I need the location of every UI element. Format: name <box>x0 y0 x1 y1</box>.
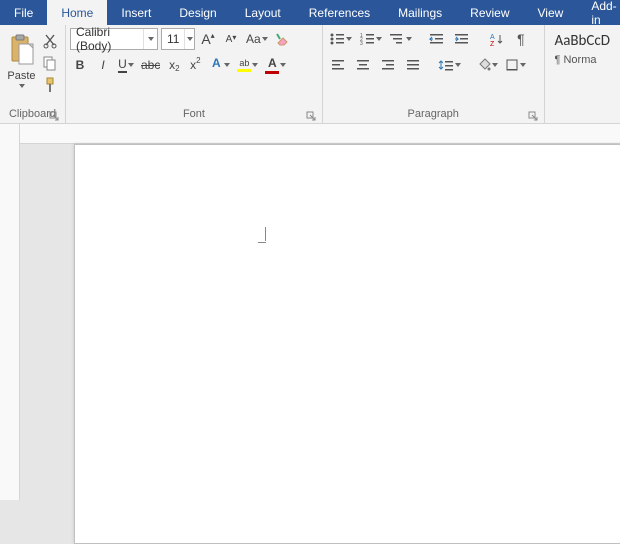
style-normal[interactable]: AaBbCcD ¶ Norma <box>549 28 616 105</box>
font-name-value: Calibri (Body) <box>71 25 143 53</box>
font-size-value: 11 <box>162 32 184 46</box>
multilevel-icon <box>389 32 405 46</box>
line-spacing-icon <box>438 58 454 72</box>
style-name: ¶ Norma <box>555 54 610 66</box>
document-workspace <box>0 124 620 500</box>
shading-button[interactable] <box>475 54 500 76</box>
brush-icon <box>43 77 57 93</box>
bucket-icon <box>477 58 491 72</box>
style-preview: AaBbCcD <box>555 32 610 50</box>
clear-formatting-button[interactable] <box>273 28 293 50</box>
borders-button[interactable] <box>503 54 528 76</box>
text-cursor <box>258 227 266 243</box>
format-painter-button[interactable] <box>41 76 59 94</box>
superscript-button[interactable]: x2 <box>186 54 204 76</box>
multilevel-list-button[interactable] <box>387 28 414 50</box>
sort-button[interactable]: AZ <box>485 28 507 50</box>
chevron-down-icon <box>187 37 193 41</box>
subscript-button[interactable]: x2 <box>165 54 183 76</box>
eraser-icon <box>275 31 291 47</box>
shrink-font-button[interactable]: A▾ <box>221 28 241 50</box>
chevron-down-icon <box>252 63 258 67</box>
justify-button[interactable] <box>402 54 424 76</box>
tab-home[interactable]: Home <box>47 0 107 25</box>
group-clipboard: Paste Clipboard <box>0 25 66 123</box>
font-size-combo[interactable]: 11 <box>161 28 195 50</box>
group-paragraph: 123 AZ ¶ <box>323 25 545 123</box>
svg-text:Z: Z <box>490 41 495 46</box>
change-case-button[interactable]: Aa <box>244 28 270 50</box>
decrease-indent-button[interactable] <box>426 28 448 50</box>
tab-layout[interactable]: Layout <box>231 0 295 25</box>
tab-file[interactable]: File <box>0 0 47 25</box>
group-paragraph-label: Paragraph <box>408 108 459 120</box>
strikethrough-button[interactable]: abc <box>139 54 162 76</box>
underline-button[interactable]: U <box>116 54 136 76</box>
highlight-button[interactable]: ab <box>235 54 260 76</box>
chevron-down-icon <box>262 37 268 41</box>
bullets-button[interactable] <box>327 28 354 50</box>
align-left-button[interactable] <box>327 54 349 76</box>
svg-text:3: 3 <box>360 41 363 46</box>
bold-button[interactable]: B <box>70 54 90 76</box>
chevron-down-icon <box>224 63 230 67</box>
line-spacing-button[interactable] <box>436 54 463 76</box>
copy-button[interactable] <box>41 54 59 72</box>
chevron-down-icon <box>128 63 134 67</box>
outdent-icon <box>429 32 445 46</box>
font-dialog-launcher[interactable] <box>306 111 316 121</box>
pilcrow-icon: ¶ <box>517 31 525 47</box>
borders-icon <box>505 58 519 72</box>
align-right-icon <box>381 59 395 71</box>
clipboard-icon <box>9 34 35 66</box>
numbering-button[interactable]: 123 <box>357 28 384 50</box>
sort-icon: AZ <box>489 32 503 46</box>
tab-insert[interactable]: Insert <box>107 0 165 25</box>
ribbon-tabs: File Home Insert Design Layout Reference… <box>0 0 620 25</box>
paragraph-dialog-launcher[interactable] <box>528 111 538 121</box>
tab-addins[interactable]: Add-in <box>577 0 620 25</box>
group-font-label: Font <box>183 108 205 120</box>
paste-dropdown-icon <box>19 84 25 88</box>
font-name-combo[interactable]: Calibri (Body) <box>70 28 158 50</box>
tab-view[interactable]: View <box>524 0 578 25</box>
text-effects-button[interactable]: A <box>207 54 232 76</box>
align-center-button[interactable] <box>352 54 374 76</box>
document-page[interactable] <box>74 144 620 544</box>
tab-review[interactable]: Review <box>456 0 523 25</box>
chevron-down-icon <box>148 37 154 41</box>
group-font: Calibri (Body) 11 A▴ A▾ Aa B <box>66 25 323 123</box>
align-left-icon <box>331 59 345 71</box>
clipboard-dialog-launcher[interactable] <box>49 111 59 121</box>
group-styles: AaBbCcD ¶ Norma <box>545 25 620 123</box>
justify-icon <box>406 59 420 71</box>
show-hide-button[interactable]: ¶ <box>510 28 532 50</box>
grow-font-button[interactable]: A▴ <box>198 28 218 50</box>
svg-text:A: A <box>490 34 495 41</box>
ribbon: Paste Clipboard <box>0 25 620 124</box>
numbering-icon: 123 <box>359 32 375 46</box>
cut-button[interactable] <box>41 32 59 50</box>
indent-icon <box>454 32 470 46</box>
horizontal-ruler-gutter <box>20 124 620 144</box>
tab-references[interactable]: References <box>295 0 384 25</box>
copy-icon <box>42 55 58 71</box>
vertical-ruler-gutter <box>0 124 20 500</box>
tab-design[interactable]: Design <box>165 0 230 25</box>
align-center-icon <box>356 59 370 71</box>
bullets-icon <box>329 32 345 46</box>
align-right-button[interactable] <box>377 54 399 76</box>
scissors-icon <box>43 33 57 49</box>
chevron-down-icon <box>280 63 286 67</box>
italic-button[interactable]: I <box>93 54 113 76</box>
paste-label: Paste <box>7 70 35 82</box>
font-color-button[interactable]: A <box>263 54 288 76</box>
increase-indent-button[interactable] <box>451 28 473 50</box>
tab-mailings[interactable]: Mailings <box>384 0 456 25</box>
paste-button[interactable]: Paste <box>4 28 39 105</box>
